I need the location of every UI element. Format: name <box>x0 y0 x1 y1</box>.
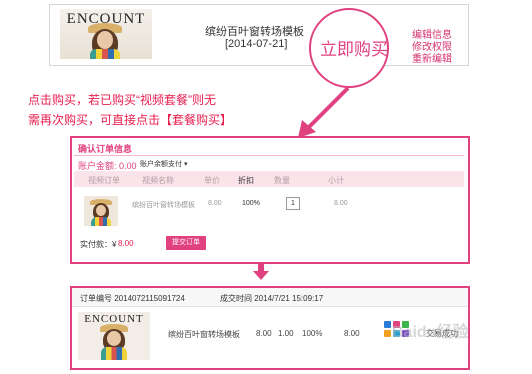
paid-amount-label: 实付款：¥ <box>80 240 117 249</box>
column-header: 折扣 <box>238 176 254 185</box>
order-item-name: 缤纷百叶窗转场模板 <box>132 202 195 209</box>
column-header: 数量 <box>274 176 290 185</box>
result-item-qty: 1.00 <box>278 329 294 338</box>
order-item-thumbnail <box>84 196 118 226</box>
column-header: 小计 <box>328 176 344 185</box>
result-item-subtotal: 8.00 <box>344 329 360 338</box>
column-header: 视频名称 <box>142 176 174 185</box>
product-thumbnail[interactable]: ENCOUNT <box>60 9 152 59</box>
quantity-input[interactable]: 1 <box>286 197 300 210</box>
instruction-line-2: 需再次购买，可直接点击【套餐购买】 <box>28 113 233 127</box>
order-item-price: 8.00 <box>208 200 222 207</box>
divider <box>74 155 464 156</box>
pointer-arrow-icon <box>298 86 350 138</box>
submit-order-button[interactable]: 提交订单 <box>166 236 206 250</box>
product-title: 缤纷百叶窗转场模板 <box>205 26 304 38</box>
watermark: Baidu经验 <box>392 324 469 341</box>
table-header <box>74 171 464 187</box>
chevron-down-icon: ▾ <box>183 161 188 168</box>
payment-method-select[interactable]: 账户余额支付 ▾ <box>140 159 187 169</box>
instruction-line-1: 点击购买，若已购买“视频套餐”则无 <box>28 93 216 107</box>
re-edit-link[interactable]: 重新编辑 <box>412 50 452 65</box>
deal-time: 成交时间 2014/7/21 15:09:17 <box>220 294 324 303</box>
order-number: 订单编号 2014072115091724 <box>80 294 185 303</box>
confirm-order-title: 确认订单信息 <box>78 144 133 154</box>
column-header: 视频订单 <box>88 176 120 185</box>
result-item-discount: 100% <box>302 329 323 338</box>
result-item-thumbnail[interactable]: ENCOUNT <box>78 312 150 360</box>
product-date: [2014-07-21] <box>225 38 288 50</box>
column-header: 单价 <box>204 176 220 185</box>
order-item-subtotal: 8.00 <box>334 200 348 207</box>
order-item-discount: 100% <box>242 200 260 207</box>
paid-amount-value: 8.00 <box>118 239 134 248</box>
result-item-name: 缤纷百叶窗转场模板 <box>168 330 240 339</box>
confirm-order-panel: 确认订单信息 账户金额: 0.00 账户余额支付 ▾ 视频订单 视频名称 单价 … <box>70 136 470 264</box>
payment-method-value: 账户余额支付 <box>140 161 182 168</box>
order-result-header: 订单编号 2014072115091724 成交时间 2014/7/21 15:… <box>72 288 468 307</box>
result-item-price: 8.00 <box>256 329 272 338</box>
product-card: ENCOUNT 缤纷百叶窗转场模板 [2014-07-21] 编辑信息 修改权限… <box>49 4 469 66</box>
down-arrow-icon <box>253 271 269 280</box>
buy-now-label[interactable]: 立即购买 <box>318 35 390 60</box>
